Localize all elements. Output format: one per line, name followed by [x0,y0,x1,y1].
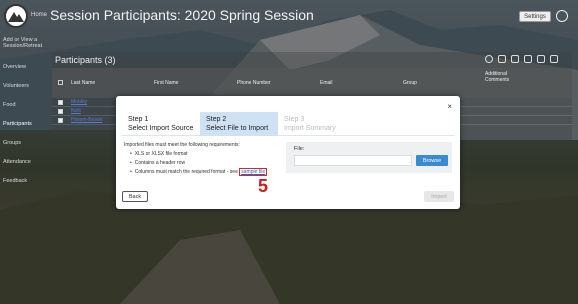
requirement-item: Columns must match the required format -… [130,168,268,176]
requirement-text: XLS or XLSX file format [134,151,188,157]
sidebar-item-feedback[interactable]: Feedback [3,178,49,184]
step-2-label: Select File to Import [206,125,269,132]
row-checkbox[interactable] [58,100,63,105]
sidebar-item-overview[interactable]: Overview [3,64,49,70]
step-2[interactable]: Step 2 Select File to Import [200,112,278,136]
panel-title: Participants (3) [55,55,116,65]
import-button[interactable]: Import [424,191,454,202]
file-picker: File: Browse [286,142,452,173]
back-button[interactable]: Back [122,191,148,202]
column-last-name[interactable]: Last Name [71,80,95,86]
sidebar-item-volunteers[interactable]: Volunteers [3,83,49,89]
file-label: File: [294,146,305,152]
step-1-label: Select Import Source [128,125,194,132]
step-3-number: Step 3 [284,116,305,123]
step-1-number: Step 1 [128,116,149,123]
select-all-checkbox[interactable] [58,80,63,85]
sidebar-item-groups[interactable]: Groups [3,140,49,146]
step-3-label: Import Summary [284,125,336,132]
add-icon[interactable] [485,55,493,63]
requirement-item: Contains a header row [130,160,267,166]
mountain-logo-icon [8,12,24,22]
settings-button[interactable]: Settings [519,11,551,22]
app-logo[interactable] [4,4,28,28]
browse-button[interactable]: Browse [416,155,448,166]
mail-icon[interactable] [498,55,506,63]
row-checkbox[interactable] [58,109,63,114]
panel-toolbar [485,55,558,63]
import-modal: × Step 1 Select Import Source Step 2 Sel… [116,96,460,209]
step-1[interactable]: Step 1 Select Import Source [122,112,200,136]
table-header: Last Name First Name Phone Number Email … [52,68,572,98]
requirement-text: Contains a header row [134,160,186,166]
participant-name-link[interactable]: Holsen-Brown [71,117,102,123]
participant-name-link[interactable]: Mobley [71,99,87,105]
column-phone-number[interactable]: Phone Number [237,80,271,86]
file-input[interactable] [294,155,412,166]
column-additional-comments[interactable]: Additional Comments [485,71,525,83]
import-steps: Step 1 Select Import Source Step 2 Selec… [122,112,454,136]
row-checkbox[interactable] [58,118,63,123]
sidebar-item-add-session[interactable]: Add or View a Session/Retreat [3,37,49,49]
page-title: Session Participants: 2020 Spring Sessio… [50,7,314,23]
requirement-item: XLS or XLSX file format [130,151,267,157]
step-2-number: Step 2 [206,116,227,123]
sample-file-link[interactable]: sample file [239,168,268,176]
step-3: Step 3 Import Summary [278,112,368,136]
requirement-text: Columns must match the required format -… [134,169,238,175]
requirements-intro: Imported files must meet the following r… [124,142,240,148]
step-annotation-number: 5 [258,176,269,196]
download-icon[interactable] [524,55,532,63]
upload-icon[interactable] [537,55,545,63]
requirements-list: XLS or XLSX file format Contains a heade… [130,151,268,178]
sidebar-item-food[interactable]: Food [3,102,49,108]
user-avatar-icon[interactable] [556,10,568,22]
column-email[interactable]: Email [320,80,333,86]
home-link[interactable]: Home [31,12,47,18]
app-header: Home Session Participants: 2020 Spring S… [0,0,578,34]
sidebar-item-participants[interactable]: Participants [3,121,49,127]
sidebar-item-attendance[interactable]: Attendance [3,159,49,165]
close-icon[interactable]: × [447,102,452,111]
delete-icon[interactable] [550,55,558,63]
sidebar-nav: Add or View a Session/Retreat Overview V… [0,35,50,304]
column-group[interactable]: Group [403,80,417,86]
column-first-name[interactable]: First Name [154,80,178,86]
comment-icon[interactable] [511,55,519,63]
participant-name-link[interactable]: Nolli [71,108,81,114]
